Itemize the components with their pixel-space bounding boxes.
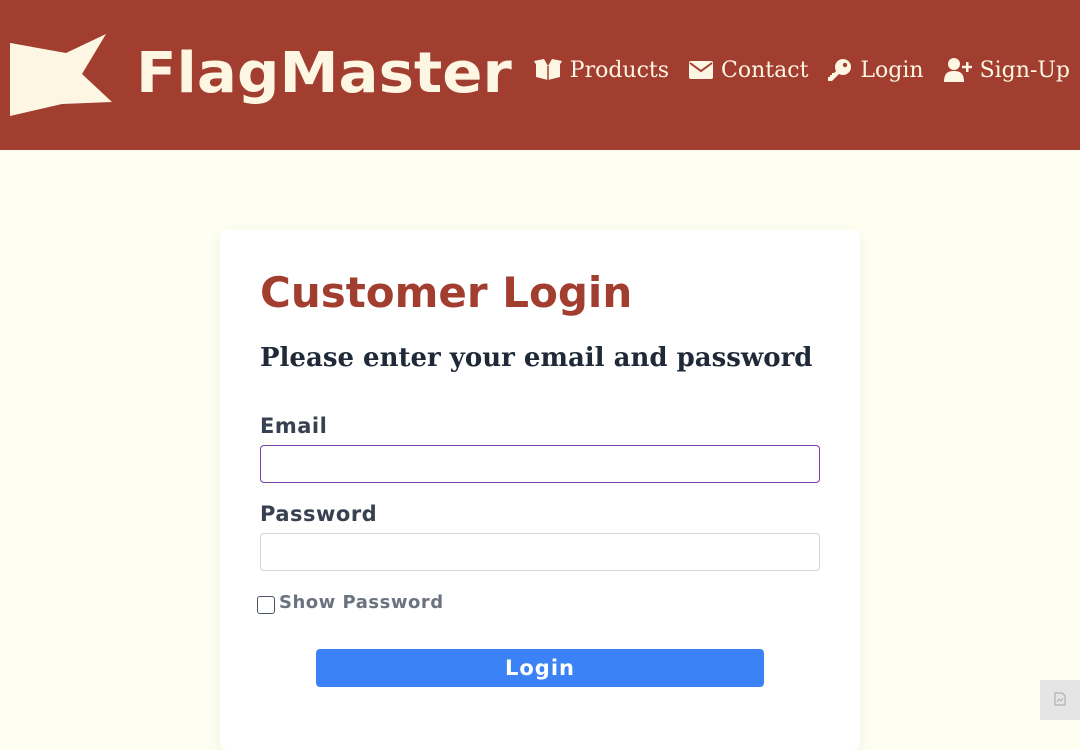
email-label: Email [260, 414, 328, 438]
site-header: FlagMaster Products Contact Login Sign-U… [0, 0, 1080, 150]
show-password-toggle[interactable]: Show Password [257, 590, 444, 614]
password-field[interactable] [260, 533, 820, 571]
brand-name[interactable]: FlagMaster [136, 38, 512, 110]
login-subtitle: Please enter your email and password [260, 343, 813, 373]
corner-widget[interactable] [1040, 680, 1080, 720]
document-icon [1054, 691, 1066, 710]
main-nav: Products Contact Login Sign-Up [533, 50, 1070, 90]
box-open-icon [533, 59, 562, 81]
nav-contact[interactable]: Contact [689, 50, 808, 90]
nav-login-label: Login [860, 57, 924, 83]
show-password-checkbox[interactable] [257, 596, 275, 614]
nav-products[interactable]: Products [533, 50, 670, 90]
nav-login[interactable]: Login [828, 50, 924, 90]
user-plus-icon [943, 58, 972, 82]
password-label: Password [260, 502, 378, 526]
flag-icon[interactable] [10, 34, 114, 120]
nav-signup[interactable]: Sign-Up [943, 50, 1070, 90]
login-button[interactable]: Login [316, 649, 764, 687]
envelope-icon [689, 60, 714, 80]
page-title: Customer Login [260, 268, 633, 317]
email-field[interactable] [260, 445, 820, 483]
key-icon [828, 58, 852, 82]
login-card: Customer Login Please enter your email a… [220, 230, 860, 750]
show-password-label[interactable]: Show Password [279, 592, 444, 613]
nav-signup-label: Sign-Up [979, 57, 1070, 83]
nav-contact-label: Contact [721, 57, 809, 83]
nav-products-label: Products [569, 57, 670, 83]
